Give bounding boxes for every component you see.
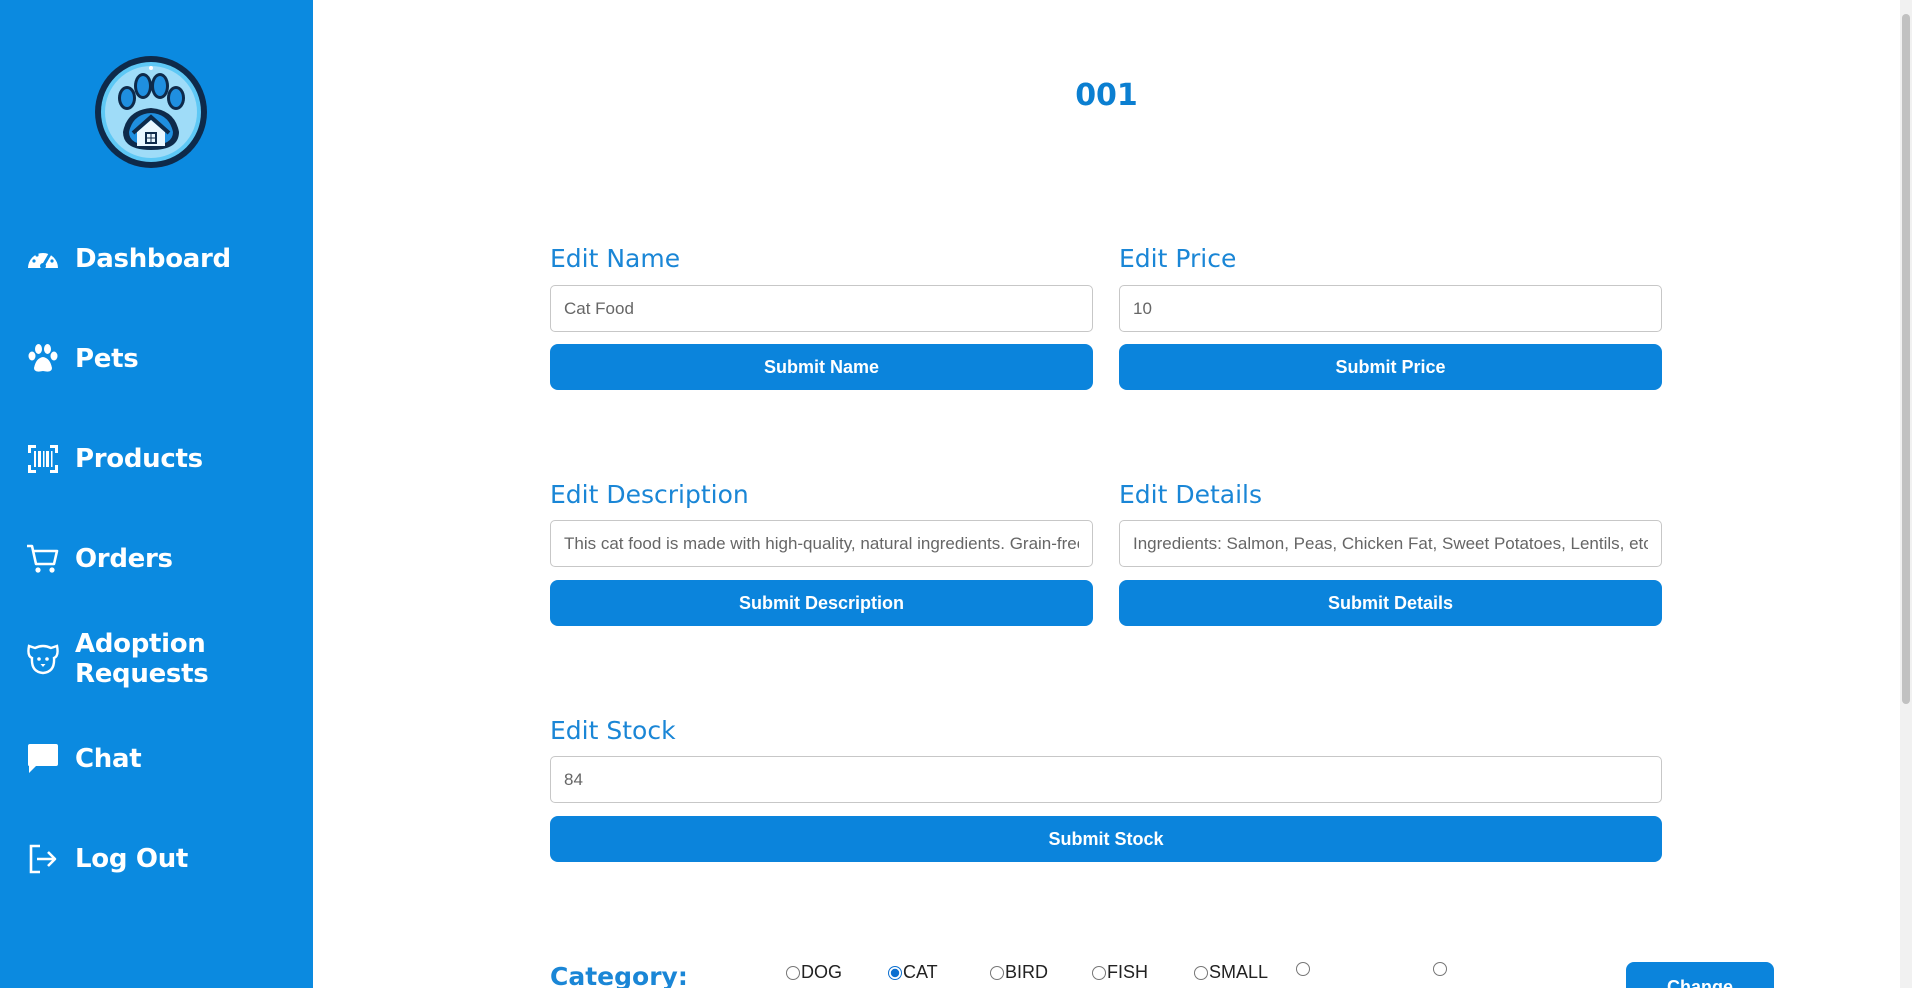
sidebar-item-chat[interactable]: Chat [26,739,142,779]
page-scrollbar[interactable] [1900,0,1912,988]
name-input[interactable] [550,285,1093,332]
sidebar-item-adoption-requests[interactable]: Adoption Requests [26,629,313,689]
category-label: Category: [550,962,688,988]
category-option-dog[interactable]: DOG [786,962,842,983]
category-option-label: SMALL [1209,962,1269,982]
dog-face-icon [26,642,60,676]
paw-house-logo[interactable] [93,54,209,170]
sidebar-item-products[interactable]: Products [26,439,203,479]
barcode-icon [26,442,60,476]
category-option-7[interactable] [1433,962,1448,976]
main-content: 001 Edit Name Submit Name Edit Price Sub… [313,0,1900,988]
edit-details-label: Edit Details [1119,480,1263,509]
sidebar-item-label: Dashboard [75,244,231,274]
submit-price-button[interactable]: Submit Price [1119,344,1662,390]
radio-dog[interactable] [786,965,800,980]
change-category-button[interactable]: Change [1626,962,1774,988]
sidebar-item-label: Pets [75,344,139,374]
radio-fish[interactable] [1092,965,1106,980]
edit-price-label: Edit Price [1119,244,1237,273]
cart-icon [26,542,60,576]
category-option-small[interactable]: SMALL [1194,962,1268,983]
radio-small[interactable] [1194,965,1208,980]
gauge-icon [26,242,60,276]
radio-option-7[interactable] [1433,962,1447,976]
sidebar-item-label: Chat [75,744,142,774]
submit-stock-button[interactable]: Submit Stock [550,816,1662,862]
page-title: 001 [1075,78,1138,113]
category-option-label: BIRD [1005,962,1049,982]
sidebar: Dashboard Pets Products Orders Adoption [0,0,313,988]
edit-description-label: Edit Description [550,480,749,509]
sidebar-item-orders[interactable]: Orders [26,539,173,579]
submit-name-button[interactable]: Submit Name [550,344,1093,390]
sidebar-item-label: Orders [75,544,173,574]
logout-icon [26,842,60,876]
scrollbar-thumb[interactable] [1902,14,1910,704]
radio-bird[interactable] [990,965,1004,980]
category-option-fish[interactable]: FISH [1092,962,1148,983]
sidebar-item-label: Log Out [75,844,189,874]
sidebar-item-label: Adoption Requests [75,629,209,689]
submit-description-button[interactable]: Submit Description [550,580,1093,626]
category-option-label: CAT [903,962,938,982]
category-option-label: FISH [1107,962,1149,982]
radio-option-6[interactable] [1296,962,1310,976]
sidebar-item-dashboard[interactable]: Dashboard [26,239,231,279]
radio-cat[interactable] [888,965,902,980]
submit-details-button[interactable]: Submit Details [1119,580,1662,626]
edit-name-label: Edit Name [550,244,681,273]
paw-icon [26,342,60,376]
category-option-cat[interactable]: CAT [888,962,938,983]
details-input[interactable] [1119,520,1662,567]
edit-stock-label: Edit Stock [550,716,676,745]
category-option-bird[interactable]: BIRD [990,962,1048,983]
stock-input[interactable] [550,756,1662,803]
sidebar-item-log-out[interactable]: Log Out [26,839,188,879]
sidebar-item-label: Products [75,444,203,474]
chat-bubble-icon [26,742,60,776]
price-input[interactable] [1119,285,1662,332]
category-option-6[interactable] [1296,962,1311,976]
description-input[interactable] [550,520,1093,567]
app-root: Dashboard Pets Products Orders Adoption [0,0,1912,988]
sidebar-item-pets[interactable]: Pets [26,339,139,379]
category-option-label: DOG [801,962,843,982]
